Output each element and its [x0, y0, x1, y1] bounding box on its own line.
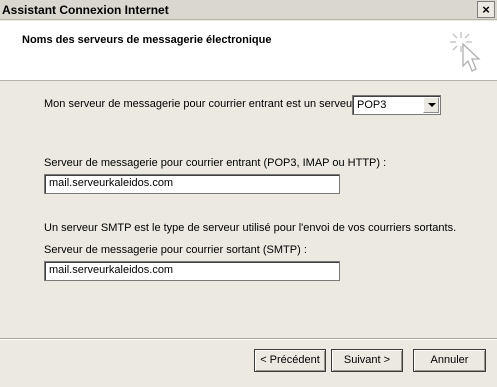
incoming-server-field[interactable]: mail.serveurkaleidos.com [44, 174, 340, 194]
incoming-server-label: Serveur de messagerie pour courrier entr… [44, 157, 387, 169]
close-button[interactable]: × [477, 1, 495, 18]
incoming-server-type-value: POP3 [357, 99, 387, 111]
chevron-down-icon[interactable] [423, 97, 439, 113]
cancel-button[interactable]: Annuler [413, 349, 486, 372]
back-button[interactable]: < Précédent [254, 349, 326, 372]
next-button[interactable]: Suivant > [331, 349, 403, 372]
window-title: Assistant Connexion Internet [2, 3, 169, 17]
incoming-server-type-select[interactable]: POP3 [352, 95, 441, 115]
page-title: Noms des serveurs de messagerie électron… [22, 34, 272, 46]
outgoing-server-label: Serveur de messagerie pour courrier sort… [44, 244, 307, 256]
outgoing-server-field[interactable]: mail.serveurkaleidos.com [44, 261, 340, 281]
title-bar: Assistant Connexion Internet × [0, 0, 497, 20]
wizard-cursor-icon [450, 32, 481, 72]
smtp-info-text: Un serveur SMTP est le type de serveur u… [44, 222, 457, 234]
footer-divider [0, 338, 497, 340]
wizard-window: Assistant Connexion Internet × Noms des … [0, 0, 497, 387]
header-panel: Noms des serveurs de messagerie électron… [0, 21, 497, 81]
incoming-type-label: Mon serveur de messagerie pour courrier … [44, 98, 356, 110]
